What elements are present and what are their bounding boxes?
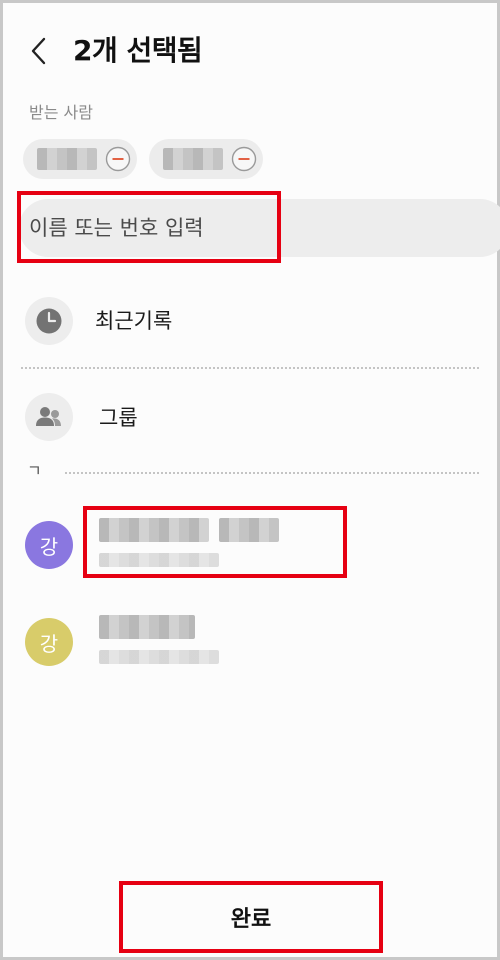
- remove-recipient-icon[interactable]: [231, 146, 257, 172]
- recipients-label: 받는 사람: [29, 103, 93, 122]
- people-icon: [36, 407, 61, 426]
- recent-history-item[interactable]: 최근기록: [95, 306, 172, 336]
- group-item[interactable]: 그룹: [99, 403, 138, 433]
- recipient-chip[interactable]: [149, 139, 263, 179]
- divider: [65, 472, 479, 474]
- recipient-name-redacted: [37, 148, 97, 170]
- back-arrow-icon[interactable]: [27, 33, 51, 69]
- highlight-box-search: [17, 191, 281, 263]
- contact-number-redacted: [99, 650, 219, 664]
- recent-icon-container[interactable]: [25, 297, 73, 345]
- page-title: 2개 선택됨: [73, 34, 203, 67]
- contact-avatar[interactable]: 강: [25, 521, 73, 569]
- contact-avatar[interactable]: 강: [25, 618, 73, 666]
- contact-name-redacted[interactable]: [99, 615, 195, 639]
- clock-icon: [36, 308, 62, 334]
- group-icon-container[interactable]: [25, 393, 73, 441]
- index-header: ㄱ: [27, 461, 42, 480]
- recipient-name-redacted: [163, 148, 223, 170]
- screen: 2개 선택됨 받는 사람 최근기록: [0, 0, 500, 960]
- highlight-box-done: [119, 881, 383, 953]
- divider: [21, 367, 479, 369]
- highlight-box-contact: [83, 506, 347, 578]
- recipient-chip[interactable]: [23, 139, 137, 179]
- remove-recipient-icon[interactable]: [105, 146, 131, 172]
